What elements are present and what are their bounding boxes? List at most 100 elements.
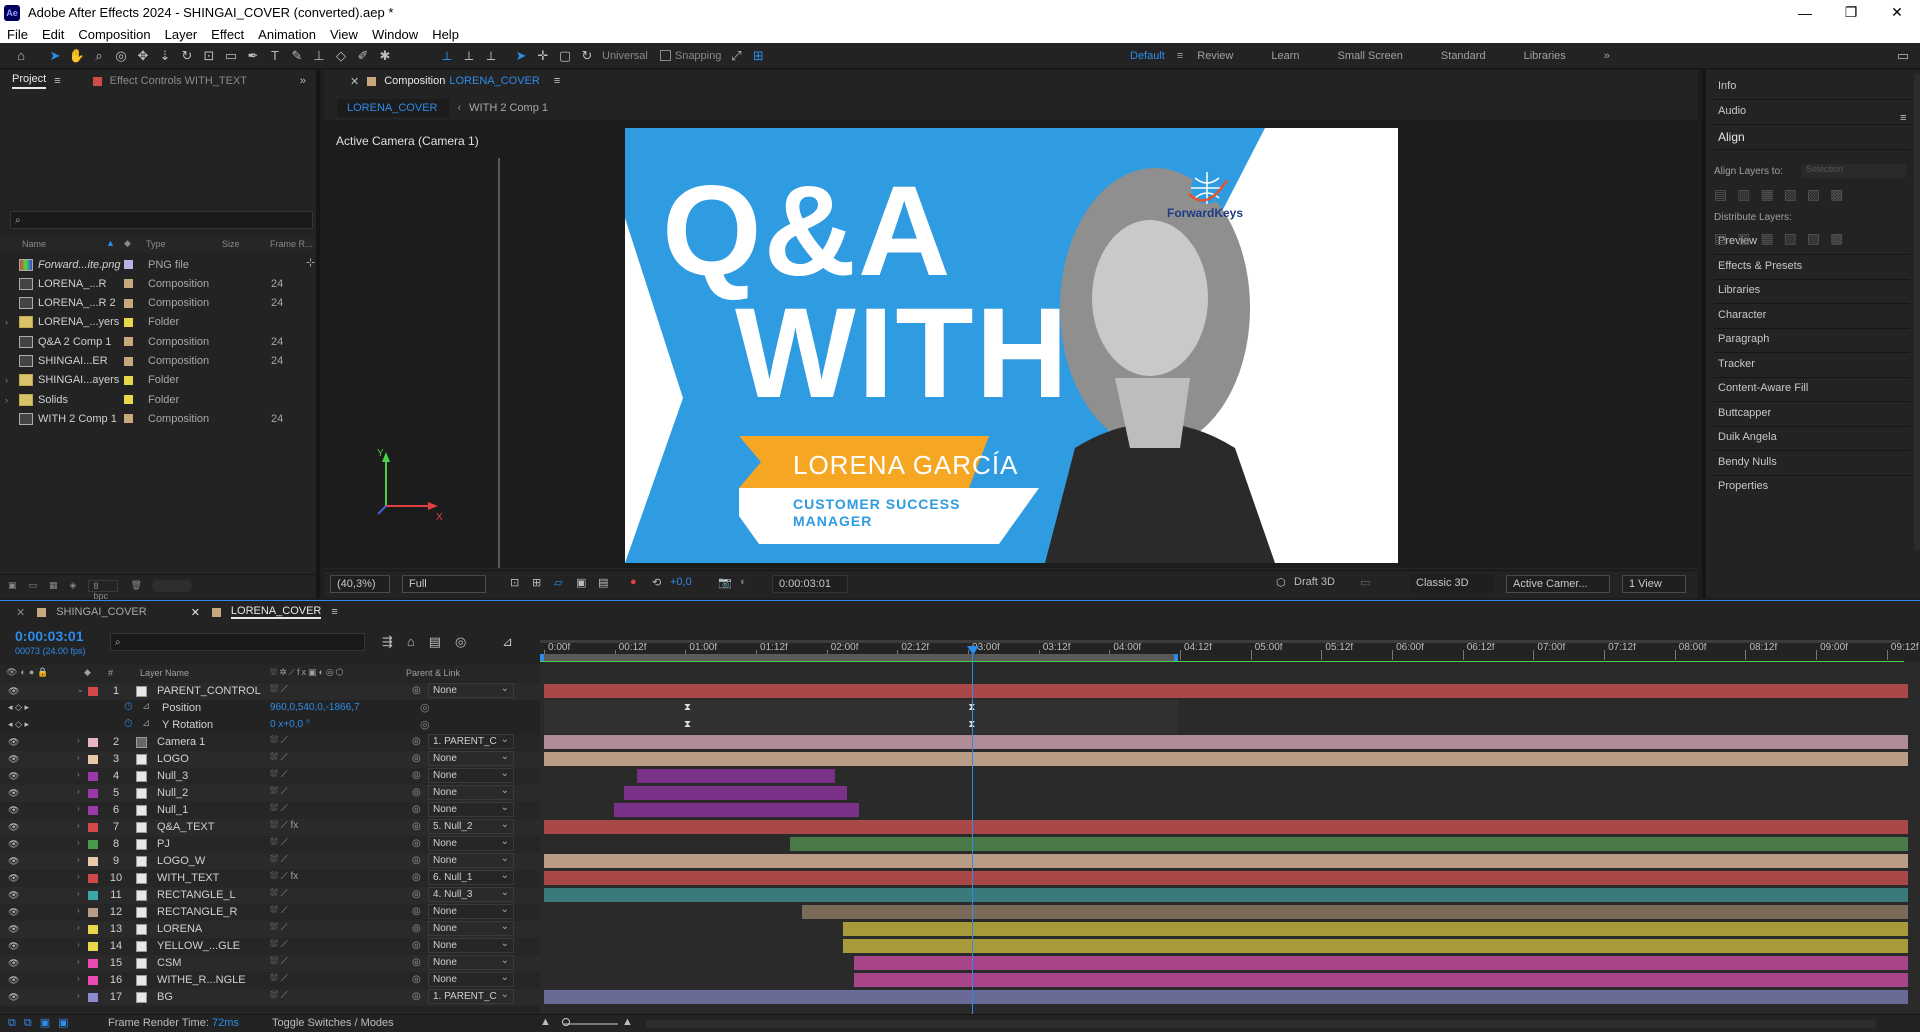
menu-effect[interactable]: Effect xyxy=(204,27,251,42)
layer-name[interactable]: RECTANGLE_R xyxy=(157,906,237,918)
layer-label-color[interactable] xyxy=(88,874,98,883)
visibility-toggle-icon[interactable]: 👁 xyxy=(8,890,19,901)
layer-switches[interactable]: ⛆ ⟋ xyxy=(270,684,288,695)
pick-whip-icon[interactable]: ◎ xyxy=(412,821,421,832)
visibility-toggle-icon[interactable]: 👁 xyxy=(8,873,19,884)
pick-whip-icon[interactable]: ◎ xyxy=(412,855,421,866)
parent-dropdown[interactable]: 6. Null_1 xyxy=(428,869,514,885)
zoom-tool-icon[interactable]: ⌕ xyxy=(88,45,110,67)
layer-name[interactable]: PJ xyxy=(157,838,170,850)
visibility-toggle-icon[interactable]: 👁 xyxy=(8,992,19,1003)
composition-artwork[interactable]: Q&A WITH LORENA GARCÍA CUSTOMER SUCCESS … xyxy=(625,128,1398,563)
rectangle-tool-icon[interactable]: ▭ xyxy=(220,45,242,67)
visibility-toggle-icon[interactable]: 👁 xyxy=(8,924,19,935)
parent-dropdown[interactable]: None xyxy=(428,750,514,766)
layer-row[interactable]: 👁 › 10 WITH_TEXT ⛆ ⟋ fx ◎ 6. Null_1 xyxy=(0,869,540,887)
layer-switches[interactable]: ⛆ ⟋ fx xyxy=(270,871,298,882)
local-axis-icon[interactable]: ⟂ xyxy=(436,45,458,67)
time-ruler[interactable]: 0:00f 00:12f 01:00f 01:12f 02:00f 02:12f 03:00… xyxy=(540,640,1920,662)
layer-switches[interactable]: ⛆ ⟋ xyxy=(270,990,288,1001)
expand-arrow-icon[interactable]: › xyxy=(5,395,8,405)
project-item[interactable]: SHINGAI...ER Composition 24 xyxy=(0,352,316,371)
snapping-checkbox[interactable] xyxy=(659,50,671,61)
pick-whip-icon[interactable]: ◎ xyxy=(412,991,421,1002)
item-label-color[interactable] xyxy=(124,260,133,269)
menu-help[interactable]: Help xyxy=(425,27,466,42)
renderer-dropdown[interactable]: Classic 3D xyxy=(1410,575,1494,593)
layer-label-color[interactable] xyxy=(88,942,98,951)
layer-duration-bar[interactable] xyxy=(544,990,1908,1004)
layer-label-color[interactable] xyxy=(88,789,98,798)
layer-label-color[interactable] xyxy=(88,891,98,900)
parent-dropdown[interactable]: 5. Null_2 xyxy=(428,818,514,834)
workspace-learn[interactable]: Learn xyxy=(1271,50,1299,62)
layer-expand-arrow[interactable]: › xyxy=(77,736,80,745)
switches-header-icons[interactable]: ⛆✲⟋fx▣◐◎⬡ xyxy=(270,667,346,678)
menu-animation[interactable]: Animation xyxy=(251,27,323,42)
col-layer-name[interactable]: Layer Name xyxy=(140,668,189,678)
layer-name[interactable]: WITH_TEXT xyxy=(157,872,219,884)
project-item[interactable]: › SHINGAI...ayers Folder xyxy=(0,371,316,390)
thumbnail-slider[interactable] xyxy=(151,579,192,592)
parent-dropdown[interactable]: 1. PARENT_C xyxy=(428,988,514,1004)
layer-duration-bar[interactable] xyxy=(801,905,1908,919)
menu-file[interactable]: File xyxy=(0,27,35,42)
extended-viewer-icon[interactable]: ▭ xyxy=(1360,576,1370,589)
view-layout-dropdown[interactable]: 1 View xyxy=(1622,575,1686,593)
col-hash[interactable]: # xyxy=(108,668,113,678)
layer-expand-arrow[interactable]: › xyxy=(77,923,80,932)
exposure-value[interactable]: +0,0 xyxy=(670,576,692,588)
menu-composition[interactable]: Composition xyxy=(71,27,157,42)
pick-whip-icon[interactable]: ◎ xyxy=(412,753,421,764)
label-header-icon[interactable]: ◆ xyxy=(84,667,91,678)
layer-name[interactable]: WITHE_R...NGLE xyxy=(157,974,246,986)
flowchart-tab-with-2-comp[interactable]: WITH 2 Comp 1 xyxy=(469,102,548,114)
selection-tool-icon[interactable]: ➤ xyxy=(44,45,66,67)
parent-dropdown[interactable]: None xyxy=(428,852,514,868)
col-parent[interactable]: Parent & Link xyxy=(406,668,460,678)
playhead-head-icon[interactable] xyxy=(967,646,980,655)
align-target-dropdown[interactable]: Selection xyxy=(1802,164,1906,178)
align-panel-menu-icon[interactable]: ≡ xyxy=(1900,112,1906,124)
layer-label-color[interactable] xyxy=(88,857,98,866)
workspace-small-screen[interactable]: Small Screen xyxy=(1338,50,1403,62)
layer-row[interactable]: 👁 › 3 LOGO ⛆ ⟋ ◎ None xyxy=(0,750,540,768)
parent-dropdown[interactable]: None xyxy=(428,903,514,919)
parent-dropdown[interactable]: None xyxy=(428,971,514,987)
stopwatch-icon[interactable]: ⏱ xyxy=(124,701,133,714)
layer-row[interactable]: 👁 › 14 YELLOW_...GLE ⛆ ⟋ ◎ None xyxy=(0,937,540,955)
layer-duration-bar[interactable] xyxy=(636,769,835,783)
layer-duration-bar[interactable] xyxy=(544,888,1908,902)
layer-label-color[interactable] xyxy=(88,687,98,696)
col-frame-rate[interactable]: Frame R... xyxy=(270,239,313,249)
panel-audio[interactable]: Audio xyxy=(1718,105,1746,117)
stopwatch-icon[interactable]: ⏱ xyxy=(124,718,133,731)
expand-arrow-icon[interactable]: › xyxy=(5,317,8,327)
panel-character[interactable]: Character xyxy=(1718,309,1766,321)
pick-whip-icon[interactable]: ◎ xyxy=(412,838,421,849)
visibility-toggle-icon[interactable]: 👁 xyxy=(8,941,19,952)
current-time-display[interactable]: 0:00:03:01 xyxy=(772,575,848,593)
layer-row[interactable]: 👁 › 9 LOGO_W ⛆ ⟋ ◎ None xyxy=(0,852,540,870)
parent-dropdown[interactable]: None xyxy=(428,920,514,936)
eraser-tool-icon[interactable]: ◇ xyxy=(330,45,352,67)
interpret-footage-icon[interactable]: ▣ xyxy=(8,580,17,591)
tab-effect-controls[interactable]: Effect Controls WITH_TEXT xyxy=(110,75,247,87)
panel-overflow-icon[interactable]: » xyxy=(300,75,306,87)
distribute-buttons-icon[interactable]: ▤▥▦▧▨▩ xyxy=(1714,230,1853,247)
home-icon[interactable]: ⌂ xyxy=(10,45,32,67)
timeline-scrollbar[interactable] xyxy=(646,1020,1876,1028)
mask-visibility-icon[interactable]: ▱ xyxy=(554,576,562,589)
pick-whip-icon[interactable]: ◎ xyxy=(412,889,421,900)
property-value[interactable]: 960,0,540,0,-1866,7 xyxy=(270,702,360,713)
layer-row[interactable]: 👁 › 12 RECTANGLE_R ⛆ ⟋ ◎ None xyxy=(0,903,540,921)
expression-pickwhip-icon[interactable]: ◎ xyxy=(420,718,430,731)
layer-expand-arrow[interactable]: › xyxy=(77,872,80,881)
layer-label-color[interactable] xyxy=(88,755,98,764)
project-item[interactable]: › LORENA_...yers Folder xyxy=(0,313,316,332)
snap-options-icon[interactable]: ⤢ xyxy=(725,45,747,67)
project-item[interactable]: Forward...ite.png PNG file xyxy=(0,255,316,274)
reset-exposure-icon[interactable]: ⟲ xyxy=(652,576,661,589)
item-label-color[interactable] xyxy=(124,298,133,308)
layer-switches[interactable]: ⛆ ⟋ xyxy=(270,905,288,916)
